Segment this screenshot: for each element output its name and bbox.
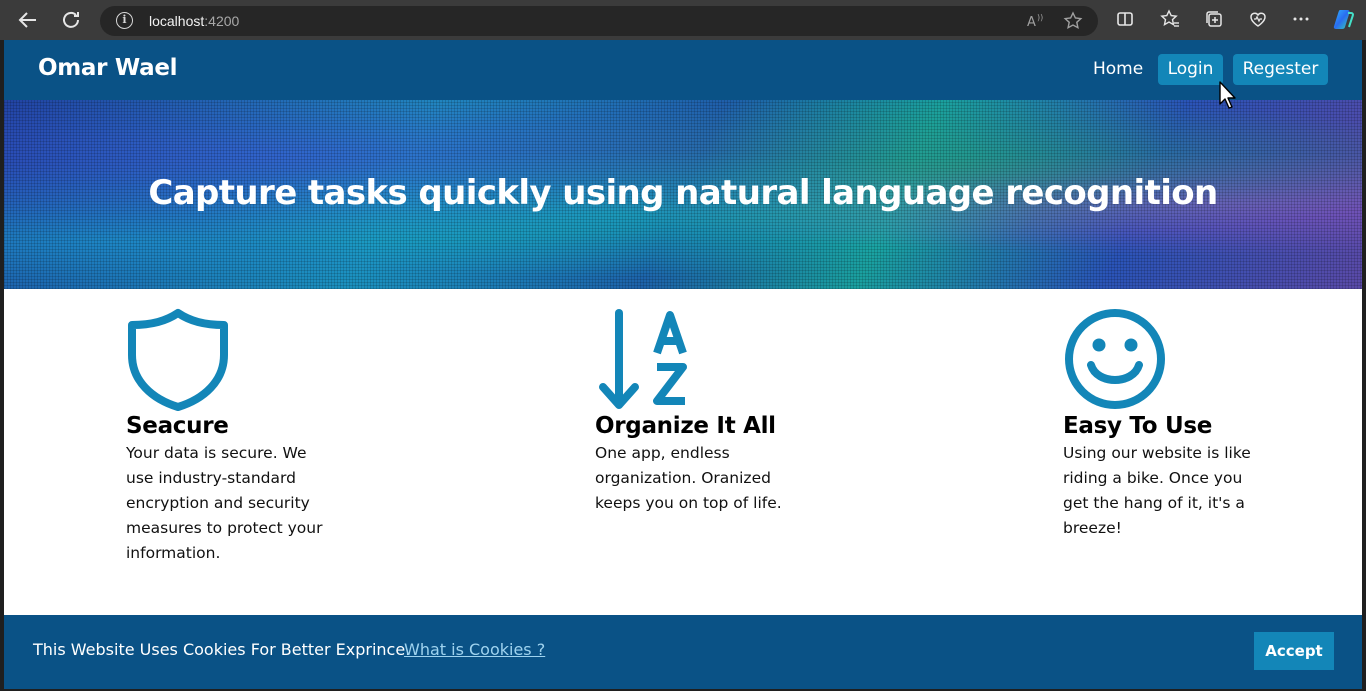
feature-title: Seacure [126, 413, 229, 439]
copilot-icon[interactable] [1332, 7, 1356, 31]
address-bar[interactable]: i localhost:4200 A)) [100, 6, 1098, 36]
web-page: Omar Wael Home Login Regester Capture ta… [4, 40, 1362, 689]
read-aloud-icon[interactable]: A)) [1025, 11, 1045, 35]
url-port: :4200 [204, 13, 240, 29]
nav-login-button[interactable]: Login [1158, 54, 1223, 85]
url-host: localhost [149, 13, 205, 29]
cookie-message: This Website Uses Cookies For Better Exp… [33, 640, 411, 659]
svg-text:)): )) [1037, 13, 1043, 22]
split-screen-icon[interactable] [1115, 9, 1135, 29]
more-icon[interactable] [1291, 9, 1311, 29]
feature-text: Your data is secure. We use industry-sta… [126, 444, 323, 562]
navbar: Omar Wael Home Login Regester [4, 40, 1362, 100]
feature-easy: Easy To Use Using our website is like ri… [1063, 307, 1323, 541]
url-text[interactable]: localhost:4200 [149, 13, 239, 29]
sort-a-z-icon [599, 309, 687, 409]
nav-home-link[interactable]: Home [1093, 59, 1143, 79]
back-arrow-icon[interactable] [16, 8, 40, 32]
feature-title: Organize It All [595, 413, 776, 439]
browser-toolbar: i localhost:4200 A)) [0, 0, 1366, 40]
brand-logo[interactable]: Omar Wael [38, 55, 178, 81]
accept-cookies-button[interactable]: Accept [1254, 632, 1334, 670]
hero-headline: Capture tasks quickly using natural lang… [148, 173, 1218, 213]
feature-organize: Organize It All One app, endless organiz… [595, 307, 855, 516]
feature-text: One app, endless organization. Oranized … [595, 444, 782, 512]
collections-icon[interactable] [1204, 9, 1224, 29]
cookie-banner: This Website Uses Cookies For Better Exp… [4, 615, 1362, 689]
svg-text:A: A [1027, 15, 1036, 30]
hero-banner: Capture tasks quickly using natural lang… [4, 100, 1362, 289]
feature-title: Easy To Use [1063, 413, 1213, 439]
favorites-icon[interactable] [1160, 9, 1180, 29]
cookie-info-link[interactable]: What is Cookies ? [404, 640, 545, 659]
site-info-icon[interactable]: i [116, 12, 133, 29]
feature-text: Using our website is like riding a bike.… [1063, 444, 1251, 537]
reload-icon[interactable] [59, 8, 83, 32]
mouse-cursor-icon [1219, 81, 1236, 109]
feature-secure: Seacure Your data is secure. We use indu… [126, 307, 386, 566]
shield-icon [128, 309, 228, 411]
nav-register-button[interactable]: Regester [1233, 54, 1328, 85]
favorite-star-icon[interactable] [1063, 11, 1083, 35]
browser-essentials-icon[interactable] [1248, 9, 1268, 29]
smiley-face-icon [1065, 309, 1165, 409]
